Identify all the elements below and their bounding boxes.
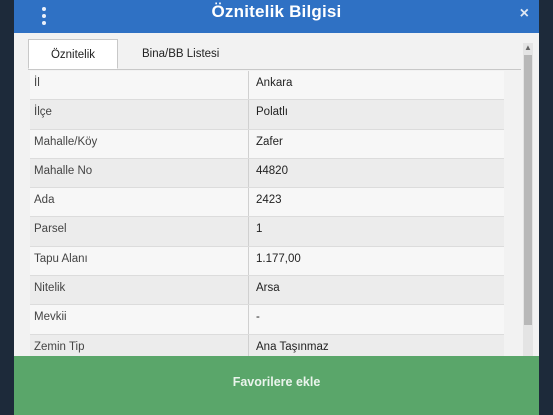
row-value: 1	[256, 223, 263, 236]
tab-bar: Öznitelik Bilgisi Bina/BB Listesi	[28, 39, 521, 91]
row-key: Mevkii	[34, 311, 67, 324]
row-key: İlçe	[34, 106, 52, 119]
modal-header: Öznitelik Bilgisi ×	[14, 0, 539, 33]
tab-building-list[interactable]: Bina/BB Listesi	[134, 39, 227, 69]
add-to-favorites-button[interactable]: Favorilere ekle	[14, 356, 539, 415]
table-row: Nitelik Arsa	[30, 276, 504, 306]
row-value: 2423	[256, 194, 282, 207]
table-row: Tapu Alanı 1.177,00	[30, 246, 504, 277]
row-value: Zafer	[256, 135, 283, 148]
scroll-thumb[interactable]	[524, 55, 532, 325]
row-value: Arsa	[256, 282, 280, 295]
page-title: Öznitelik Bilgisi	[211, 2, 342, 21]
row-key: Ada	[34, 194, 55, 207]
row-value: 1.177,00	[256, 252, 301, 265]
row-key: Tapu Alanı	[34, 252, 88, 265]
table-row: İlçe Polatlı	[30, 100, 504, 130]
table-row: Mahalle No 44820	[30, 158, 504, 189]
attribute-table: İl Ankara İlçe Polatlı Mahalle/Köy Zafer Ma…	[30, 71, 504, 364]
row-value: -	[256, 311, 260, 324]
row-value: Ana Taşınmaz	[256, 340, 329, 353]
row-value: 44820	[256, 164, 288, 177]
row-value: Ankara	[256, 77, 293, 89]
table-row: Mahalle/Köy Zafer	[30, 129, 504, 159]
attribute-panel: Öznitelik Bilgisi Bina/BB Listesi İl Anka…	[14, 33, 539, 415]
table-row: İl Ankara	[30, 71, 504, 101]
row-key: Mahalle No	[34, 164, 93, 177]
row-key: Mahalle/Köy	[34, 135, 98, 148]
row-key: Nitelik	[34, 282, 66, 295]
scroll-up-icon[interactable]: ▲	[524, 43, 532, 52]
tab-attribute-info[interactable]: Öznitelik Bilgisi	[28, 39, 118, 91]
table-row: Parsel 1	[30, 217, 504, 247]
close-icon[interactable]: ×	[520, 5, 529, 23]
row-value: Polatlı	[256, 106, 288, 119]
row-key: Zemin Tip	[34, 340, 85, 353]
row-key: Parsel	[34, 223, 67, 236]
table-row: Ada 2423	[30, 188, 504, 218]
table-row: Mevkii -	[30, 305, 504, 335]
vertical-scrollbar[interactable]: ▲ ▼	[523, 43, 533, 365]
row-key: İl	[34, 77, 40, 89]
